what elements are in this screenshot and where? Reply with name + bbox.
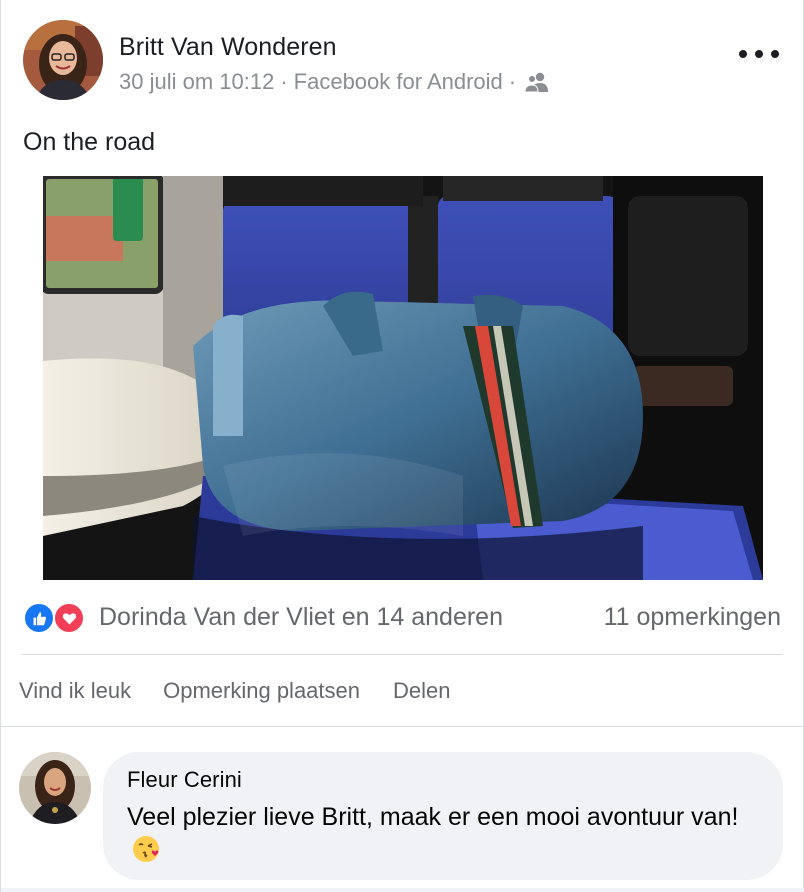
like-button[interactable]: Vind ik leuk [19, 678, 131, 704]
comment-bubble: Fleur Cerini Veel plezier lieve Britt, m… [103, 752, 783, 880]
friends-icon[interactable] [524, 71, 550, 93]
facebook-post: Britt Van Wonderen 30 juli om 10:12 · Fa… [0, 0, 804, 892]
post-photo[interactable] [43, 176, 763, 580]
post-date[interactable]: 30 juli om 10:12 [119, 69, 274, 95]
author-name[interactable]: Britt Van Wonderen [119, 33, 337, 62]
like-icon [23, 602, 55, 634]
meta-separator: · [280, 69, 288, 94]
share-button[interactable]: Delen [393, 678, 450, 704]
more-horizontal-icon[interactable] [739, 42, 779, 66]
comment-text: Veel plezier lieve Britt, maak er een mo… [127, 801, 759, 867]
kissing-heart-emoji [131, 834, 161, 864]
love-icon [53, 602, 85, 634]
post-bottom-edge [1, 888, 804, 892]
author-avatar[interactable] [23, 20, 103, 100]
post-text: On the road [23, 128, 156, 156]
reactions-text[interactable]: Dorinda Van der Vliet en 14 anderen [99, 603, 503, 632]
divider [21, 654, 783, 655]
reactions-summary[interactable]: Dorinda Van der Vliet en 14 anderen [23, 600, 503, 634]
comment-button[interactable]: Opmerking plaatsen [163, 678, 360, 704]
comment-count[interactable]: 11 opmerkingen [604, 603, 781, 632]
commenter-name[interactable]: Fleur Cerini [127, 767, 759, 793]
post-source: Facebook for Android [293, 69, 503, 94]
reaction-icons [23, 600, 89, 634]
divider [1, 726, 804, 727]
meta-separator: · [508, 69, 517, 94]
comment-body: Veel plezier lieve Britt, maak er een mo… [127, 803, 739, 831]
post-actions: Vind ik leuk Opmerking plaatsen Delen [19, 678, 450, 704]
commenter-avatar[interactable] [19, 752, 91, 824]
post-meta: 30 juli om 10:12 · Facebook for Android … [119, 69, 550, 95]
